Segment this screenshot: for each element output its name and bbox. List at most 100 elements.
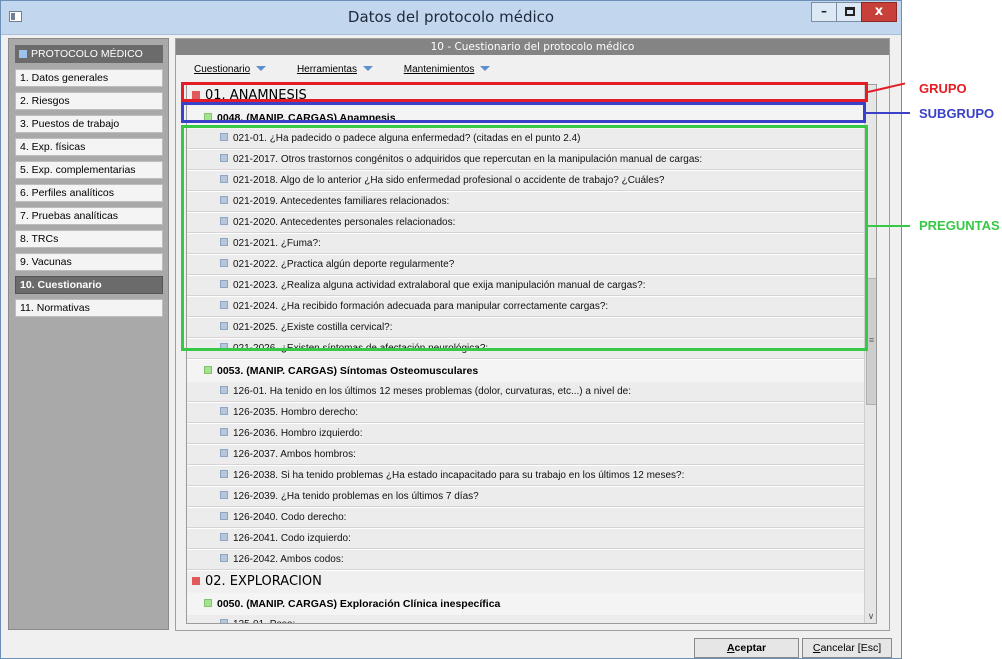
question-bullet-icon bbox=[220, 386, 228, 394]
tree-question-row[interactable]: 021-2022. ¿Practica algún deporte regula… bbox=[187, 255, 864, 275]
scroll-down-button[interactable]: ∨ bbox=[865, 609, 876, 623]
preguntas-annotation-label: PREGUNTAS bbox=[919, 218, 1000, 233]
accept-button[interactable]: Aceptar bbox=[694, 638, 799, 658]
sidebar-item[interactable]: 2. Riesgos bbox=[15, 92, 163, 110]
tree-question-row[interactable]: 021-2025. ¿Existe costilla cervical?: bbox=[187, 318, 864, 338]
sidebar-item[interactable]: 8. TRCs bbox=[15, 230, 163, 248]
row-text: 021-2022. ¿Practica algún deporte regula… bbox=[233, 259, 455, 270]
minimize-button[interactable]: – bbox=[811, 2, 837, 22]
tree-question-row[interactable]: 021-2019. Antecedentes familiares relaci… bbox=[187, 192, 864, 212]
questionnaire-tree[interactable]: 01. ANAMNESIS 0048. (MANIP. CARGAS) Anamn… bbox=[186, 84, 877, 624]
row-text: 021-2025. ¿Existe costilla cervical?: bbox=[233, 322, 393, 333]
tree-question-row[interactable]: 126-2035. Hombro derecho: bbox=[187, 403, 864, 423]
content-header: 10 - Cuestionario del protocolo médico bbox=[176, 39, 889, 55]
maximize-icon bbox=[845, 7, 855, 16]
subgrupo-annotation-label: SUBGRUPO bbox=[919, 106, 995, 121]
row-text: 126-2038. Si ha tenido problemas ¿Ha est… bbox=[233, 470, 685, 481]
tree-question-row[interactable]: 126-2039. ¿Ha tenido problemas en los úl… bbox=[187, 487, 864, 507]
row-text: 021-2019. Antecedentes familiares relaci… bbox=[233, 196, 450, 207]
question-bullet-icon bbox=[220, 470, 228, 478]
question-bullet-icon bbox=[220, 512, 228, 520]
square-bullet-icon bbox=[19, 50, 27, 58]
close-button[interactable]: x bbox=[861, 2, 897, 22]
question-bullet-icon bbox=[220, 619, 228, 623]
window-title: Datos del protocolo médico bbox=[347, 8, 555, 26]
tree-group-row[interactable]: 02. EXPLORACION bbox=[187, 571, 864, 593]
sidebar-item[interactable]: 9. Vacunas bbox=[15, 253, 163, 271]
sidebar-item[interactable]: 1. Datos generales bbox=[15, 69, 163, 87]
cancel-button[interactable]: Cancelar [Esc] bbox=[802, 638, 892, 658]
tree-question-row[interactable]: 021-2024. ¿Ha recibido formación adecuad… bbox=[187, 297, 864, 317]
cancel-label: ancelar [Esc] bbox=[820, 642, 882, 654]
content-panel: 10 - Cuestionario del protocolo médico C… bbox=[175, 38, 890, 631]
row-text: 021-2020. Antecedentes personales relaci… bbox=[233, 217, 456, 228]
tree-subgroup-row[interactable]: 0053. (MANIP. CARGAS) Síntomas Osteomusc… bbox=[187, 360, 864, 382]
tree-subgroup-row[interactable]: 0050. (MANIP. CARGAS) Exploración Clínic… bbox=[187, 593, 864, 615]
question-bullet-icon bbox=[220, 449, 228, 457]
subgrupo-callout-line bbox=[866, 112, 910, 114]
menu-herramientas[interactable]: Herramientas bbox=[297, 64, 373, 75]
tree-question-row[interactable]: 125-01. Peso: bbox=[187, 615, 864, 623]
tree-question-row[interactable]: 021-2026. ¿Existen síntomas de afectació… bbox=[187, 339, 864, 359]
tree-group-row[interactable]: 01. ANAMNESIS bbox=[187, 85, 864, 107]
maximize-button[interactable] bbox=[836, 2, 862, 22]
sidebar-item[interactable]: 6. Perfiles analíticos bbox=[15, 184, 163, 202]
group-bullet-icon bbox=[192, 91, 200, 99]
tree-question-row[interactable]: 126-2041. Codo izquierdo: bbox=[187, 529, 864, 549]
question-bullet-icon bbox=[220, 154, 228, 162]
row-text: 021-2021. ¿Fuma?: bbox=[233, 238, 321, 249]
sidebar-item[interactable]: 5. Exp. complementarias bbox=[15, 161, 163, 179]
menu-cuestionario[interactable]: Cuestionario bbox=[194, 64, 267, 75]
tree-subgroup-row[interactable]: 0048. (MANIP. CARGAS) Anamnesis bbox=[187, 107, 864, 129]
row-text: 02. EXPLORACION bbox=[205, 574, 322, 589]
question-bullet-icon bbox=[220, 133, 228, 141]
subgroup-bullet-icon bbox=[204, 113, 212, 121]
accept-mnemonic: A bbox=[726, 642, 735, 654]
tree-question-row[interactable]: 126-2036. Hombro izquierdo: bbox=[187, 424, 864, 444]
row-text: 126-2040. Codo derecho: bbox=[233, 512, 347, 523]
question-bullet-icon bbox=[220, 196, 228, 204]
row-text: 021-2017. Otros trastornos congénitos o … bbox=[233, 154, 703, 165]
row-text: 021-01. ¿Ha padecido o padece alguna enf… bbox=[233, 133, 581, 144]
row-text: 021-2018. Algo de lo anterior ¿Ha sido e… bbox=[233, 175, 665, 186]
tree-question-row[interactable]: 126-2038. Si ha tenido problemas ¿Ha est… bbox=[187, 466, 864, 486]
sidebar-item[interactable]: 4. Exp. físicas bbox=[15, 138, 163, 156]
question-bullet-icon bbox=[220, 301, 228, 309]
menu-mantenimientos[interactable]: Mantenimientos bbox=[404, 64, 491, 75]
nav-header-label: PROTOCOLO MÉDICO bbox=[31, 48, 143, 60]
sidebar-item[interactable]: 10. Cuestionario bbox=[15, 276, 163, 294]
title-bar[interactable]: Datos del protocolo médico – x bbox=[1, 1, 901, 35]
vertical-scrollbar[interactable]: ≡ ∨ bbox=[864, 85, 876, 623]
grip-icon: ≡ bbox=[868, 335, 875, 345]
sidebar-nav: PROTOCOLO MÉDICO 1. Datos generales 2. Ri… bbox=[8, 38, 169, 630]
row-text: 126-2041. Codo izquierdo: bbox=[233, 533, 351, 544]
question-bullet-icon bbox=[220, 238, 228, 246]
tree-question-row[interactable]: 126-2042. Ambos codos: bbox=[187, 550, 864, 570]
tree-question-row[interactable]: 126-01. Ha tenido en los últimos 12 mese… bbox=[187, 382, 864, 402]
question-bullet-icon bbox=[220, 554, 228, 562]
tree-question-row[interactable]: 021-01. ¿Ha padecido o padece alguna enf… bbox=[187, 129, 864, 149]
row-text: 0053. (MANIP. CARGAS) Síntomas Osteomusc… bbox=[217, 365, 479, 377]
question-bullet-icon bbox=[220, 407, 228, 415]
row-text: 126-2039. ¿Ha tenido problemas en los úl… bbox=[233, 491, 479, 502]
tree-question-row[interactable]: 021-2017. Otros trastornos congénitos o … bbox=[187, 150, 864, 170]
group-bullet-icon bbox=[192, 577, 200, 585]
sidebar-item[interactable]: 3. Puestos de trabajo bbox=[15, 115, 163, 133]
row-text: 021-2024. ¿Ha recibido formación adecuad… bbox=[233, 301, 609, 312]
question-bullet-icon bbox=[220, 343, 228, 351]
sidebar-item[interactable]: 11. Normativas bbox=[15, 299, 163, 317]
scroll-thumb[interactable]: ≡ bbox=[866, 278, 876, 405]
row-text: 01. ANAMNESIS bbox=[205, 88, 307, 103]
question-bullet-icon bbox=[220, 175, 228, 183]
question-bullet-icon bbox=[220, 322, 228, 330]
tree-question-row[interactable]: 021-2021. ¿Fuma?: bbox=[187, 234, 864, 254]
tree-question-row[interactable]: 021-2018. Algo de lo anterior ¿Ha sido e… bbox=[187, 171, 864, 191]
tree-question-row[interactable]: 126-2040. Codo derecho: bbox=[187, 508, 864, 528]
question-bullet-icon bbox=[220, 217, 228, 225]
row-text: 0050. (MANIP. CARGAS) Exploración Clínic… bbox=[217, 598, 501, 610]
tree-question-row[interactable]: 126-2037. Ambos hombros: bbox=[187, 445, 864, 465]
subgroup-bullet-icon bbox=[204, 599, 212, 607]
tree-question-row[interactable]: 021-2020. Antecedentes personales relaci… bbox=[187, 213, 864, 233]
tree-question-row[interactable]: 021-2023. ¿Realiza alguna actividad extr… bbox=[187, 276, 864, 296]
sidebar-item[interactable]: 7. Pruebas analíticas bbox=[15, 207, 163, 225]
